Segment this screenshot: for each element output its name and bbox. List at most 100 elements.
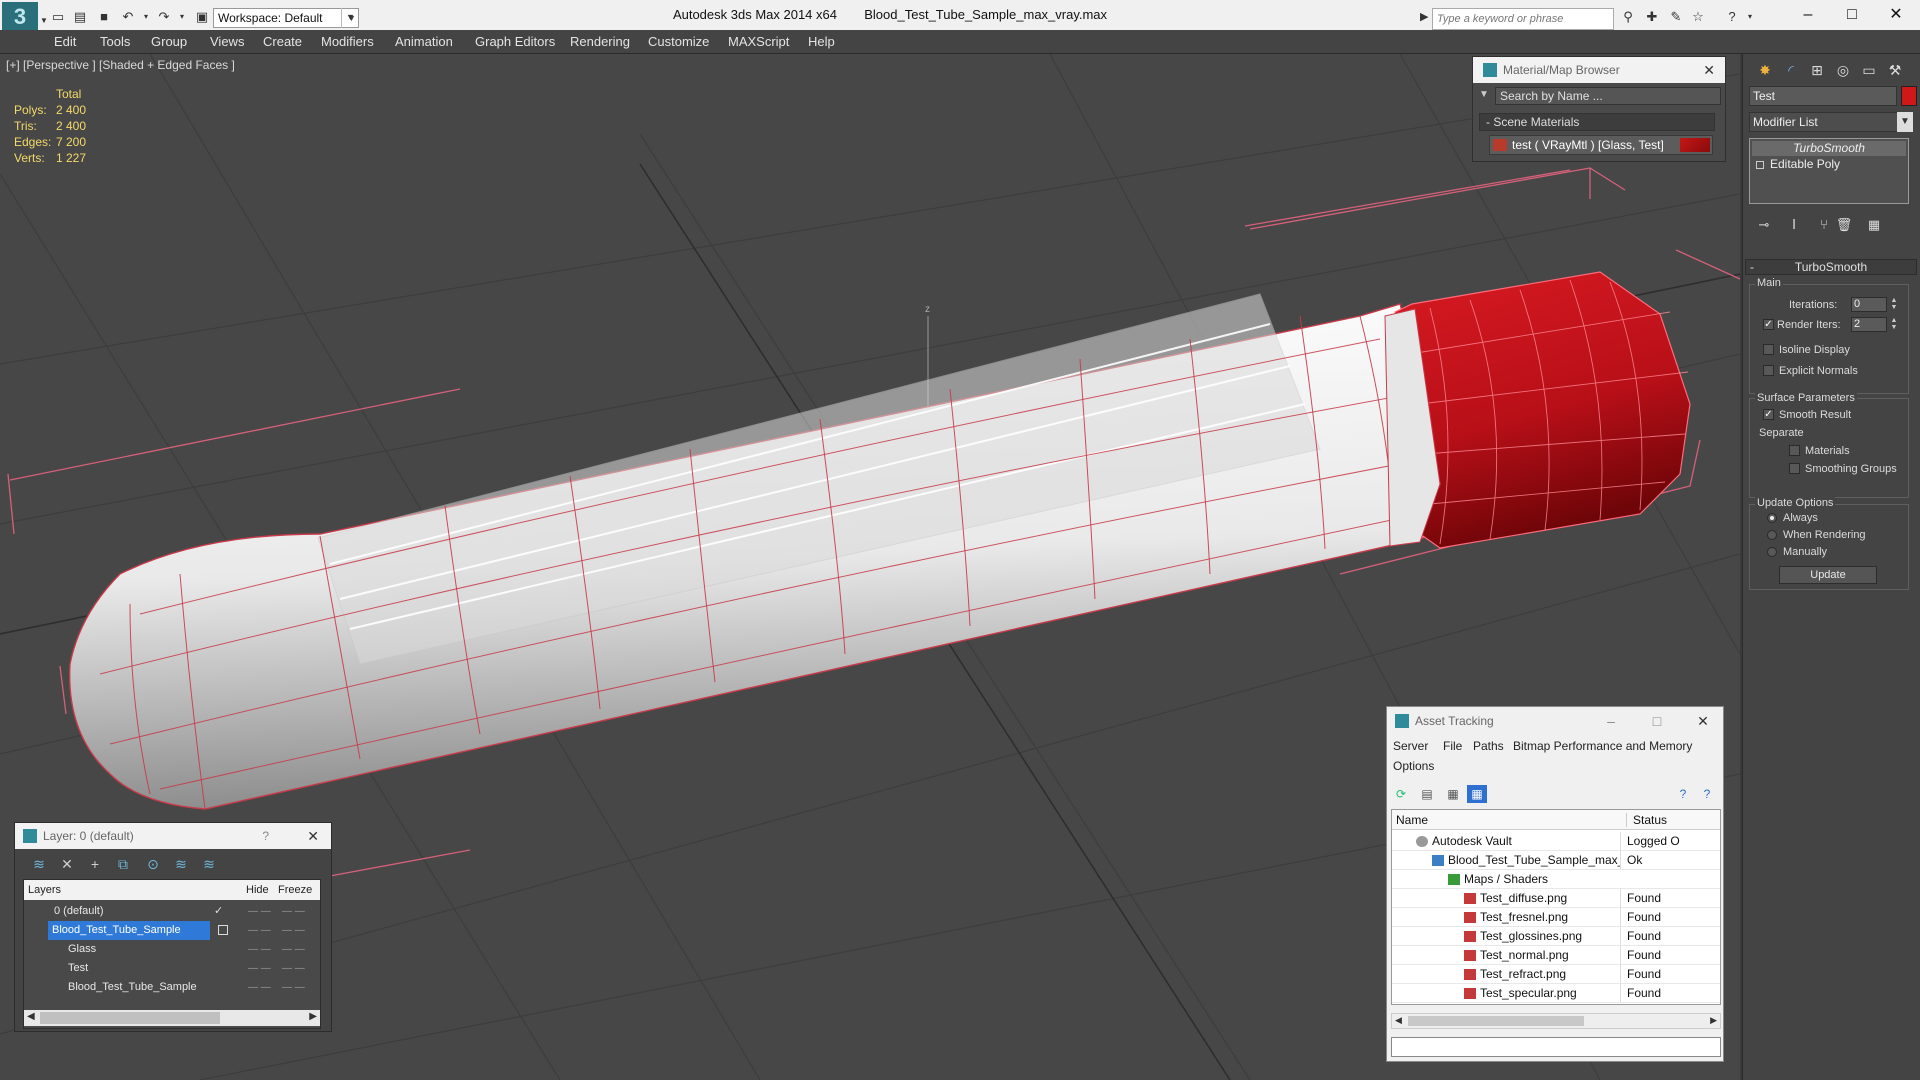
viewport-label[interactable]: [+] [Perspective ] [Shaded + Edged Faces… [6, 58, 235, 72]
modifier-list-dropdown[interactable]: Modifier List [1749, 112, 1911, 132]
col-hide[interactable]: Hide [246, 884, 269, 896]
col-layers[interactable]: Layers [28, 884, 61, 896]
modify-tab-icon[interactable]: ◜ [1781, 60, 1801, 80]
set-active-layer-icon[interactable] [218, 925, 228, 935]
object-name-field[interactable]: Test [1749, 86, 1897, 106]
asset-scroll-left-icon[interactable]: ◀ [1395, 1015, 1402, 1026]
menu-help[interactable]: Help [808, 34, 835, 49]
subscription-icon[interactable]: ✚ [1644, 9, 1660, 25]
layer-row-blood-test-tube[interactable]: Blood_Test_Tube_Sample — — — — [24, 921, 320, 940]
help-icon[interactable]: ? [1724, 9, 1740, 25]
layer-object-row[interactable]: Test — — — — [24, 959, 320, 978]
create-layer-icon[interactable]: + [85, 855, 105, 873]
asset-row[interactable]: Test_normal.png Found [1392, 946, 1720, 965]
menu-animation[interactable]: Animation [395, 34, 453, 49]
utilities-tab-icon[interactable]: ⚒ [1885, 60, 1905, 80]
isoline-display-checkbox[interactable] [1763, 344, 1774, 355]
make-unique-icon[interactable]: ⑂ [1815, 216, 1833, 234]
search-expand-icon[interactable]: ▶ [1420, 10, 1430, 26]
asset-menu-file[interactable]: File [1443, 739, 1462, 753]
menu-modifiers[interactable]: Modifiers [321, 34, 374, 49]
render-iters-spinner[interactable]: 2 [1851, 317, 1887, 332]
asset-col-status[interactable]: Status [1626, 813, 1667, 827]
separate-materials-checkbox[interactable] [1789, 445, 1800, 456]
favorites-star-icon[interactable]: ☆ [1690, 9, 1706, 25]
material-browser-close-icon[interactable]: ✕ [1703, 57, 1715, 83]
list-view-icon[interactable]: ▤ [1417, 785, 1437, 803]
test-tube-body[interactable] [68, 293, 1461, 810]
select-layer-objects-icon[interactable]: ⊙ [143, 855, 163, 873]
asset-menu-paths[interactable]: Paths [1473, 739, 1504, 753]
menu-group[interactable]: Group [151, 34, 187, 49]
menu-edit[interactable]: Edit [54, 34, 76, 49]
minimize-button[interactable]: – [1786, 2, 1830, 30]
asset-menu-server[interactable]: Server [1393, 739, 1428, 753]
update-button[interactable]: Update [1779, 566, 1877, 584]
stack-expand-icon[interactable] [1756, 161, 1764, 169]
explicit-normals-checkbox[interactable] [1763, 365, 1774, 376]
asset-menu-bitmap-performance[interactable]: Bitmap Performance and Memory [1513, 739, 1692, 753]
asset-maximize-icon[interactable]: □ [1643, 707, 1671, 735]
asset-horizontal-scrollbar[interactable]: ◀ ▶ [1391, 1013, 1721, 1029]
render-iters-checkbox[interactable]: ✓ [1763, 319, 1774, 330]
asset-close-icon[interactable]: ✕ [1689, 707, 1717, 735]
layer-panel-close-icon[interactable]: ✕ [307, 823, 319, 849]
display-tab-icon[interactable]: ▭ [1859, 60, 1879, 80]
col-freeze[interactable]: Freeze [278, 884, 312, 896]
modifier-list-arrow-icon[interactable]: ▼ [1897, 112, 1913, 132]
material-item[interactable]: test ( VRayMtl ) [Glass, Test] [1489, 135, 1713, 155]
material-browser-header[interactable]: Material/Map Browser ✕ [1473, 57, 1725, 83]
table-view-icon[interactable]: ▦ [1467, 785, 1487, 803]
asset-help-icon[interactable]: ? [1673, 785, 1693, 803]
asset-row[interactable]: Test_fresnel.png Found [1392, 908, 1720, 927]
asset-row[interactable]: Test_diffuse.png Found [1392, 889, 1720, 908]
highlight-layer-icon[interactable]: ≋ [171, 855, 191, 873]
close-button[interactable]: ✕ [1874, 2, 1918, 30]
layer-object-row[interactable]: Blood_Test_Tube_Sample — — — — [24, 978, 320, 997]
menu-create[interactable]: Create [263, 34, 302, 49]
object-color-swatch[interactable] [1901, 86, 1917, 106]
scene-materials-section[interactable]: - Scene Materials [1479, 113, 1715, 131]
menu-maxscript[interactable]: MAXScript [728, 34, 789, 49]
delete-layer-icon[interactable]: ✕ [57, 855, 77, 873]
asset-help-context-icon[interactable]: ? [1697, 785, 1717, 803]
pin-stack-icon[interactable]: ⊸ [1755, 216, 1773, 234]
communication-icon[interactable]: ✎ [1668, 9, 1684, 25]
scroll-thumb[interactable] [40, 1012, 220, 1024]
menu-graph-editors[interactable]: Graph Editors [475, 34, 555, 49]
menu-tools[interactable]: Tools [100, 34, 130, 49]
show-end-result-icon[interactable]: Ⅰ [1785, 216, 1803, 234]
hide-all-layers-icon[interactable]: ≋ [199, 855, 219, 873]
asset-tracking-header[interactable]: Asset Tracking [1387, 707, 1723, 735]
scroll-left-icon[interactable]: ◀ [27, 1011, 35, 1022]
render-iters-spinner-arrows-icon[interactable]: ▲ ▼ [1889, 317, 1899, 332]
layer-row-default[interactable]: 0 (default) ✓ — — — — [24, 902, 320, 921]
stack-item-turbosmooth[interactable]: TurboSmooth [1752, 141, 1906, 156]
maximize-button[interactable]: □ [1830, 2, 1874, 30]
asset-path-input[interactable] [1391, 1037, 1721, 1057]
refresh-icon[interactable]: ⟳ [1391, 785, 1411, 803]
asset-row[interactable]: Test_refract.png Found [1392, 965, 1720, 984]
menu-views[interactable]: Views [210, 34, 244, 49]
configure-sets-icon[interactable]: ▦ [1865, 216, 1883, 234]
iterations-spinner-arrows-icon[interactable]: ▲ ▼ [1889, 297, 1899, 312]
layer-horizontal-scrollbar[interactable]: ◀ ▶ [24, 1010, 320, 1026]
layer-panel-header[interactable]: Layer: 0 (default) ? ✕ [15, 823, 331, 849]
test-tube-cap[interactable] [1384, 271, 1691, 549]
layer-manager-icon[interactable]: ≋ [29, 855, 49, 873]
layer-help-icon[interactable]: ? [262, 823, 269, 849]
asset-scroll-thumb[interactable] [1408, 1016, 1584, 1026]
stack-item-editable-poly[interactable]: Editable Poly [1770, 157, 1840, 172]
scroll-right-icon[interactable]: ▶ [309, 1011, 317, 1022]
material-search-input[interactable]: Search by Name ... [1495, 87, 1721, 105]
asset-minimize-icon[interactable]: – [1597, 707, 1625, 735]
asset-row[interactable]: Autodesk Vault Logged O [1392, 832, 1720, 851]
layer-object-row[interactable]: Glass — — — — [24, 940, 320, 959]
asset-row[interactable]: Test_specular.png Found [1392, 984, 1720, 1003]
asset-row[interactable]: Test_glossines.png Found [1392, 927, 1720, 946]
thumbnail-view-icon[interactable]: ▦ [1443, 785, 1463, 803]
motion-tab-icon[interactable]: ◎ [1833, 60, 1853, 80]
remove-modifier-icon[interactable]: 🗑 [1835, 216, 1853, 234]
iterations-spinner[interactable]: 0 [1851, 297, 1887, 312]
help-dropdown-icon[interactable]: ▾ [1742, 9, 1758, 25]
